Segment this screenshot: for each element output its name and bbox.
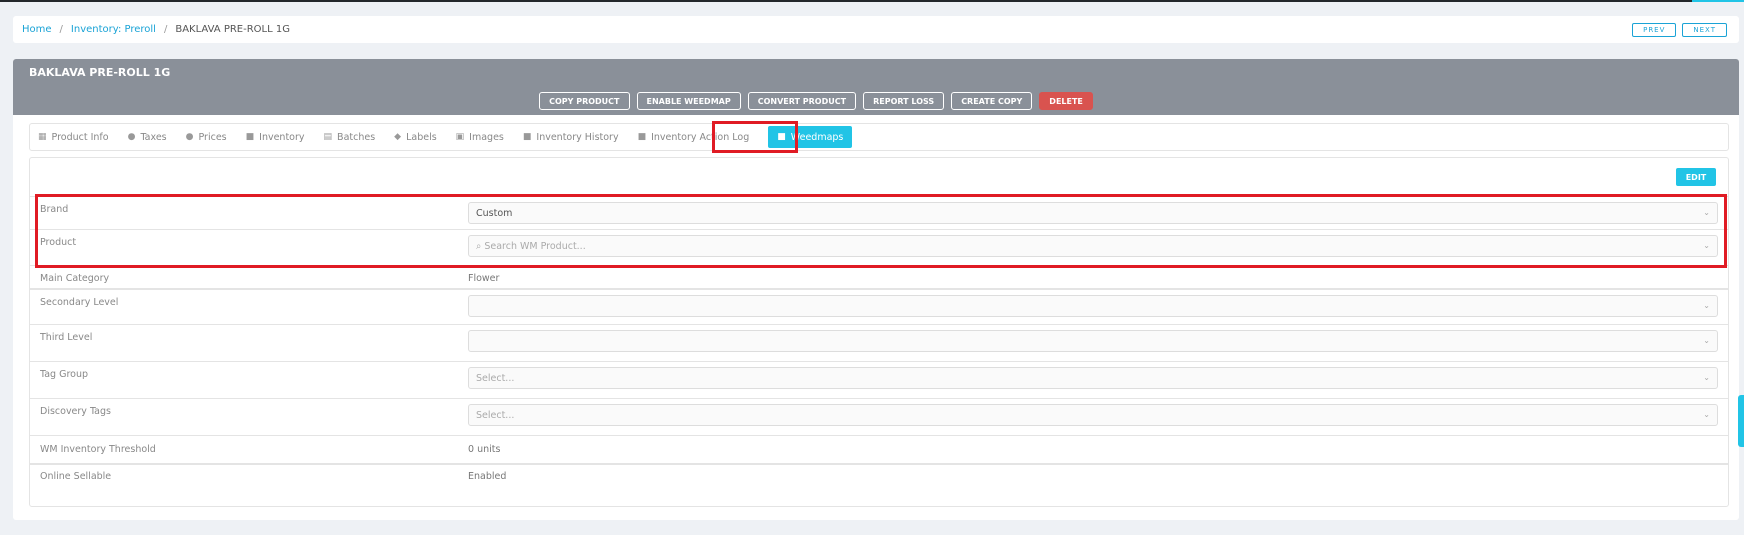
report-loss-button[interactable]: REPORT LOSS [863,92,945,110]
tab-product-info[interactable]: ▦ Product Info [38,124,109,150]
lock-icon: ■ [245,132,255,142]
field-row-third-level: Third Level ⌄ [30,324,1728,361]
calendar-icon: ▦ [38,132,47,142]
lock-icon: ■ [637,132,647,142]
tab-labels[interactable]: ◆ Labels [394,124,437,150]
prev-button[interactable]: PREV [1632,23,1677,37]
copy-product-button[interactable]: COPY PRODUCT [539,92,630,110]
breadcrumb-section-link[interactable]: Inventory: Preroll [71,24,156,35]
search-icon: ⌕ [476,240,482,252]
chevron-down-icon: ⌄ [1703,301,1710,310]
chevron-down-icon: ⌄ [1703,208,1710,217]
field-value: 0 units [468,444,501,455]
field-label: Brand [40,204,69,215]
tab-label: Batches [337,131,376,143]
field-label: Tag Group [40,369,89,380]
field-row-main-category: Main Category Flower [30,265,1728,288]
breadcrumb-home-link[interactable]: Home [22,24,52,35]
field-label: Product [40,237,77,248]
secondary-level-select[interactable]: ⌄ [468,295,1718,317]
tag-group-select[interactable]: Select... ⌄ [468,367,1718,389]
top-border [0,0,1744,2]
action-bar: COPY PRODUCT ENABLE WEEDMAP CONVERT PROD… [13,92,1739,110]
field-label: Third Level [40,332,93,343]
tab-batches[interactable]: ▤ Batches [324,124,376,150]
side-scroll-handle[interactable] [1738,395,1744,447]
batches-icon: ▤ [323,132,333,142]
select-placeholder: Select... [476,372,515,384]
tab-label: Labels [406,131,437,143]
breadcrumb-current: BAKLAVA PRE-ROLL 1G [175,24,290,35]
field-label: Main Category [40,273,110,284]
image-icon: ▣ [455,132,465,142]
breadcrumb: Home / Inventory: Preroll / BAKLAVA PRE-… [13,16,1739,43]
field-row-product: Product ⌕ Search WM Product... ⌄ [30,229,1728,265]
tab-label: Product Info [51,131,109,143]
enable-weedmap-button[interactable]: ENABLE WEEDMAP [636,92,741,110]
discovery-tags-select[interactable]: Select... ⌄ [468,404,1718,426]
chevron-down-icon: ⌄ [1703,336,1710,345]
breadcrumb-separator: / [163,24,168,35]
field-row-wm-inventory-threshold: WM Inventory Threshold 0 units [30,435,1728,463]
page-title: BAKLAVA PRE-ROLL 1G [29,66,171,79]
select-value: Custom [476,207,513,219]
breadcrumb-separator: / [59,24,63,35]
select-placeholder: Select... [476,409,515,421]
field-row-tag-group: Tag Group Select... ⌄ [30,361,1728,398]
product-search-select[interactable]: ⌕ Search WM Product... ⌄ [468,235,1718,257]
product-header: BAKLAVA PRE-ROLL 1G COPY PRODUCT ENABLE … [13,59,1739,115]
brand-select[interactable]: Custom ⌄ [468,202,1718,224]
top-accent-bar [1692,0,1744,2]
field-value: Flower [468,273,500,284]
field-row-discovery-tags: Discovery Tags Select... ⌄ [30,398,1728,435]
chevron-down-icon: ⌄ [1703,241,1710,250]
next-button[interactable]: NEXT [1682,23,1727,37]
field-value: Enabled [468,471,507,482]
field-row-online-sellable: Online Sellable Enabled [30,463,1728,507]
weedmaps-panel: EDIT Brand Custom ⌄ Product ⌕ Search WM … [29,157,1729,507]
field-label: WM Inventory Threshold [40,444,156,455]
tab-weedmaps[interactable]: ■ Weedmaps [768,126,853,148]
third-level-select[interactable]: ⌄ [468,330,1718,352]
tag-icon: ◆ [394,132,402,142]
field-label: Secondary Level [40,297,119,308]
tab-label: Inventory History [536,131,619,143]
lock-icon: ■ [522,132,532,142]
chevron-down-icon: ⌄ [1703,373,1710,382]
money-bag-icon: ● [127,132,136,142]
tab-prices[interactable]: ● Prices [186,124,227,150]
tab-label: Weedmaps [790,131,844,143]
tab-images[interactable]: ▣ Images [456,124,504,150]
delete-button[interactable]: DELETE [1039,92,1093,110]
field-label: Online Sellable [40,471,112,482]
tab-label: Inventory [259,131,305,143]
tab-label: Taxes [140,131,167,143]
field-row-brand: Brand Custom ⌄ [30,196,1728,229]
product-card: BAKLAVA PRE-ROLL 1G COPY PRODUCT ENABLE … [13,59,1739,520]
tab-inventory-action-log[interactable]: ■ Inventory Action Log [638,124,750,150]
tab-inventory-history[interactable]: ■ Inventory History [523,124,619,150]
pager: PREV NEXT [1632,23,1727,37]
lock-icon: ■ [777,132,786,142]
money-bag-icon: ● [185,132,194,142]
field-label: Discovery Tags [40,406,111,417]
tab-label: Inventory Action Log [651,131,750,143]
tab-bar: ▦ Product Info ● Taxes ● Prices ■ Invent… [29,123,1729,151]
create-copy-button[interactable]: CREATE COPY [951,92,1033,110]
tab-taxes[interactable]: ● Taxes [128,124,167,150]
convert-product-button[interactable]: CONVERT PRODUCT [747,92,857,110]
select-placeholder: Search WM Product... [484,240,586,252]
tab-label: Prices [198,131,227,143]
edit-button[interactable]: EDIT [1676,168,1716,186]
field-row-secondary-level: Secondary Level ⌄ [30,288,1728,324]
chevron-down-icon: ⌄ [1703,410,1710,419]
tab-inventory[interactable]: ■ Inventory [246,124,305,150]
tab-label: Images [469,131,504,143]
